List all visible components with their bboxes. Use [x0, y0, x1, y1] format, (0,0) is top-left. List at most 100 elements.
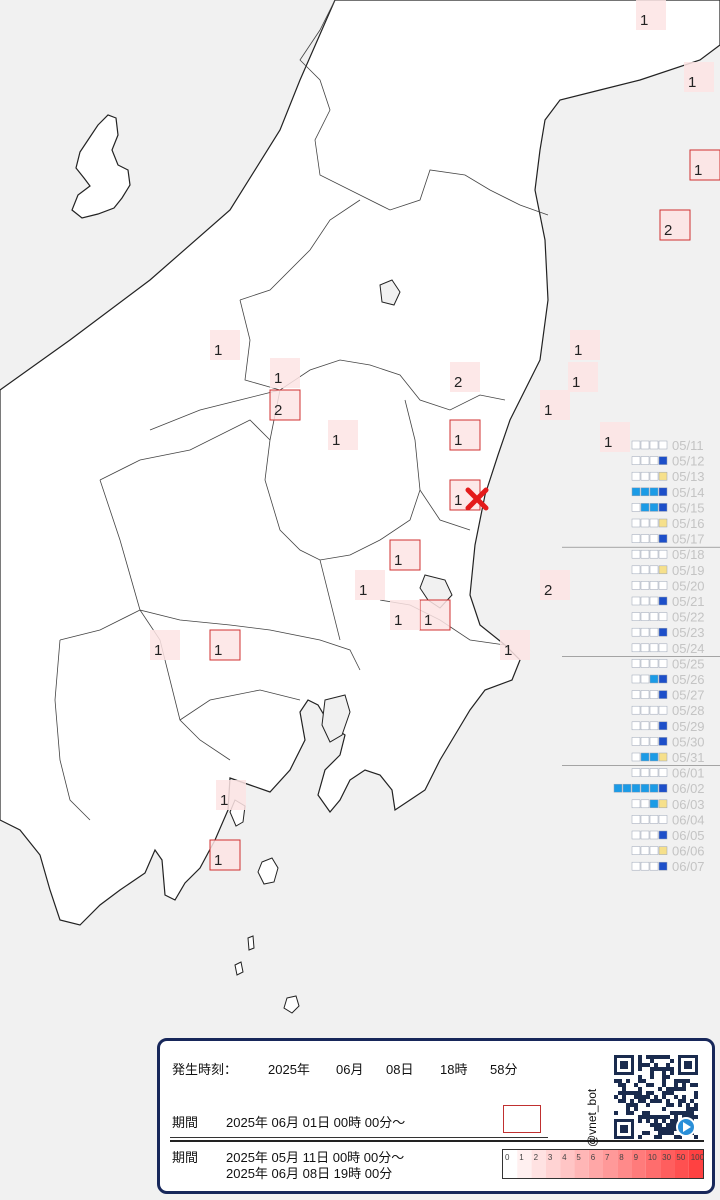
- qr-module: [666, 1127, 670, 1131]
- qr-module: [638, 1063, 642, 1067]
- scale-tick: 6: [591, 1153, 596, 1162]
- occurrence-hour: 18時: [440, 1062, 468, 1077]
- qr-module: [694, 1083, 698, 1087]
- histogram-date: 05/31: [672, 750, 705, 765]
- qr-module: [694, 1091, 698, 1095]
- histogram-square: [658, 721, 668, 731]
- qr-module: [638, 1115, 642, 1119]
- qr-module: [646, 1091, 650, 1095]
- qr-module: [674, 1095, 678, 1099]
- histogram-date: 05/24: [672, 641, 705, 656]
- intensity-cell: 1: [689, 149, 720, 181]
- intensity-cell: 1: [568, 362, 598, 392]
- qr-module: [666, 1055, 670, 1059]
- histogram-square: [658, 783, 668, 793]
- qr-module: [642, 1095, 646, 1099]
- histogram-square: [649, 565, 659, 575]
- histogram-square: [649, 612, 659, 621]
- cell-count: 1: [544, 402, 552, 419]
- qr-module: [674, 1083, 678, 1087]
- qr-module: [670, 1123, 674, 1127]
- qr-module: [650, 1067, 654, 1071]
- histogram-row: 06/02: [613, 781, 705, 796]
- qr-module: [650, 1091, 654, 1095]
- qr-module: [634, 1107, 638, 1111]
- qr-module: [682, 1083, 686, 1087]
- histogram-square: [631, 690, 641, 699]
- histogram-square: [649, 456, 659, 465]
- qr-module: [662, 1119, 666, 1123]
- period2-end: 2025年 06月 08日 19時 00分: [226, 1166, 393, 1181]
- qr-module: [642, 1079, 646, 1083]
- qr-module: [642, 1111, 646, 1115]
- histogram-row: 05/16: [631, 516, 705, 531]
- qr-module: [658, 1087, 662, 1091]
- qr-module: [694, 1107, 698, 1111]
- bot-handle: @vnet_bot: [585, 1088, 599, 1147]
- histogram-square: [649, 846, 659, 855]
- histogram-row: 06/06: [631, 844, 705, 859]
- scale-tick: 5: [576, 1153, 581, 1162]
- histogram-square: [640, 737, 650, 746]
- histogram-square: [649, 815, 659, 824]
- period1-underline: [170, 1137, 548, 1138]
- histogram-square: [658, 737, 668, 746]
- histogram-square: [658, 549, 668, 559]
- histogram-square: [640, 487, 650, 497]
- histogram-square: [631, 534, 641, 543]
- cell-count: 1: [394, 552, 402, 569]
- histogram-square: [640, 690, 650, 699]
- histogram-square: [658, 440, 668, 450]
- histogram-row: 05/17: [631, 532, 705, 547]
- info-panel: 発生時刻： 2025年 06月 08日 18時 58分 期間 2025年 06月…: [157, 1038, 715, 1194]
- histogram-square: [640, 596, 650, 606]
- qr-module: [622, 1091, 626, 1095]
- histogram-square: [658, 518, 668, 528]
- qr-module: [682, 1111, 686, 1115]
- qr-module: [650, 1059, 654, 1063]
- qr-module: [622, 1099, 626, 1103]
- histogram-square: [631, 596, 641, 606]
- intensity-cell: 1: [684, 62, 714, 92]
- histogram-square: [631, 815, 641, 824]
- qr-module: [678, 1079, 682, 1083]
- histogram-row: 05/29: [631, 719, 705, 734]
- qr-module: [686, 1111, 690, 1115]
- qr-module: [682, 1087, 686, 1091]
- qr-module: [666, 1063, 670, 1067]
- histogram-row: 05/13: [631, 469, 705, 484]
- qr-module: [634, 1083, 638, 1087]
- histogram-square: [658, 674, 668, 684]
- qr-module: [658, 1055, 662, 1059]
- histogram-date: 05/20: [672, 578, 705, 593]
- histogram-square: [640, 643, 650, 653]
- qr-module: [638, 1067, 642, 1071]
- qr-module: [662, 1107, 666, 1111]
- period1-label: 期間: [172, 1115, 199, 1130]
- qr-module: [650, 1099, 654, 1103]
- qr-finder-core: [620, 1061, 628, 1069]
- qr-module: [630, 1103, 634, 1107]
- daily-histogram: 05/1105/1205/1305/1405/1505/1605/1705/18…: [562, 438, 720, 874]
- histogram-row: 05/24: [631, 641, 705, 656]
- histogram-square: [640, 471, 650, 481]
- cell-count: 1: [574, 342, 582, 359]
- qr-module: [622, 1083, 626, 1087]
- histogram-date: 05/16: [672, 516, 705, 531]
- histogram-date: 05/11: [672, 438, 704, 453]
- qr-module: [634, 1091, 638, 1095]
- histogram-square: [649, 783, 659, 793]
- intensity-cell: 1: [355, 570, 385, 600]
- scale-tick: 7: [605, 1153, 610, 1162]
- histogram-square: [631, 643, 641, 653]
- qr-module: [630, 1091, 634, 1095]
- intensity-cell: 1: [328, 420, 358, 450]
- qr-module: [678, 1103, 682, 1107]
- histogram-square: [649, 643, 659, 653]
- qr-module: [662, 1095, 666, 1099]
- qr-module: [638, 1079, 642, 1083]
- histogram-date: 05/12: [672, 454, 705, 469]
- scale-tick: 3: [548, 1153, 553, 1162]
- qr-code-icon[interactable]: [614, 1055, 698, 1139]
- histogram-square: [649, 659, 659, 668]
